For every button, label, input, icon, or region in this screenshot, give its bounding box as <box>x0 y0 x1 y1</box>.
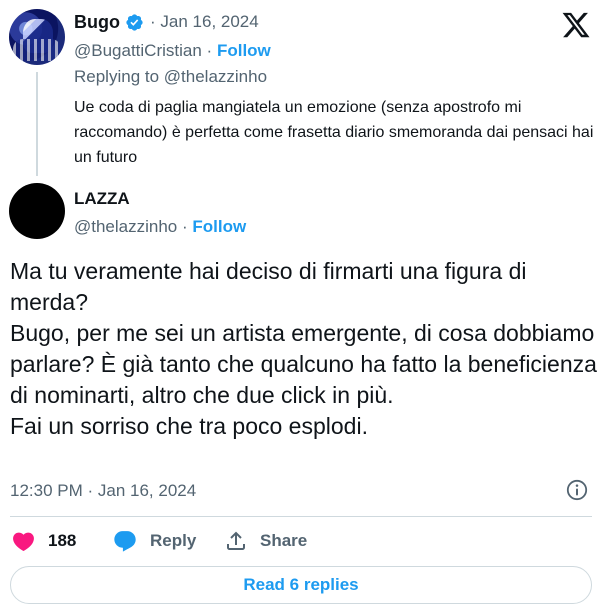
share-button[interactable]: Share <box>224 526 307 556</box>
avatar-bugo[interactable] <box>9 9 65 65</box>
divider <box>10 516 592 517</box>
reply-button[interactable]: Reply <box>112 526 196 556</box>
like-count: 188 <box>48 531 77 550</box>
main-handle[interactable]: @thelazzinho <box>74 217 177 236</box>
main-tweet-text: Ma tu veramente hai deciso di firmarti u… <box>10 256 605 442</box>
follow-lazza-button[interactable]: Follow <box>192 217 246 236</box>
parent-date[interactable]: · Jan 16, 2024 <box>150 10 259 34</box>
like-button[interactable]: 188 <box>11 526 76 556</box>
reply-bubble-icon <box>114 530 136 552</box>
main-tweet-line: Ma tu veramente hai deciso di firmarti u… <box>10 258 527 315</box>
separator-dot: · <box>150 12 156 31</box>
reply-label: Reply <box>150 531 197 550</box>
main-timestamp[interactable]: 12:30 PM · Jan 16, 2024 <box>10 479 196 503</box>
x-logo-icon[interactable] <box>560 10 592 40</box>
parent-handle-row: @BugattiCristian · Follow <box>74 39 271 63</box>
parent-handle[interactable]: @BugattiCristian <box>74 41 202 60</box>
avatar-lazza[interactable] <box>9 183 65 239</box>
thread-connector-line <box>36 72 38 176</box>
verified-badge-icon <box>126 14 143 31</box>
replying-to-label[interactable]: Replying to @thelazzinho <box>74 65 267 89</box>
main-tweet-line: Fai un sorriso che tra poco esplodi. <box>10 413 368 439</box>
share-label: Share <box>260 531 308 550</box>
separator-dot: · <box>182 217 188 236</box>
info-icon[interactable] <box>565 478 589 502</box>
read-replies-button[interactable]: Read 6 replies <box>10 566 592 604</box>
parent-author-name[interactable]: Bugo <box>74 10 120 34</box>
parent-tweet-text: Ue coda di paglia mangiatela un emozione… <box>74 99 594 166</box>
main-handle-row: @thelazzinho · Follow <box>74 215 246 239</box>
heart-icon <box>13 532 34 551</box>
share-icon <box>227 531 245 550</box>
main-author-name[interactable]: LAZZA <box>74 187 130 211</box>
main-tweet-line: Bugo, per me sei un artista emergente, d… <box>10 320 597 408</box>
parent-date-text[interactable]: Jan 16, 2024 <box>160 12 258 31</box>
separator-dot: · <box>206 41 213 60</box>
follow-bugo-button[interactable]: Follow <box>217 41 271 60</box>
